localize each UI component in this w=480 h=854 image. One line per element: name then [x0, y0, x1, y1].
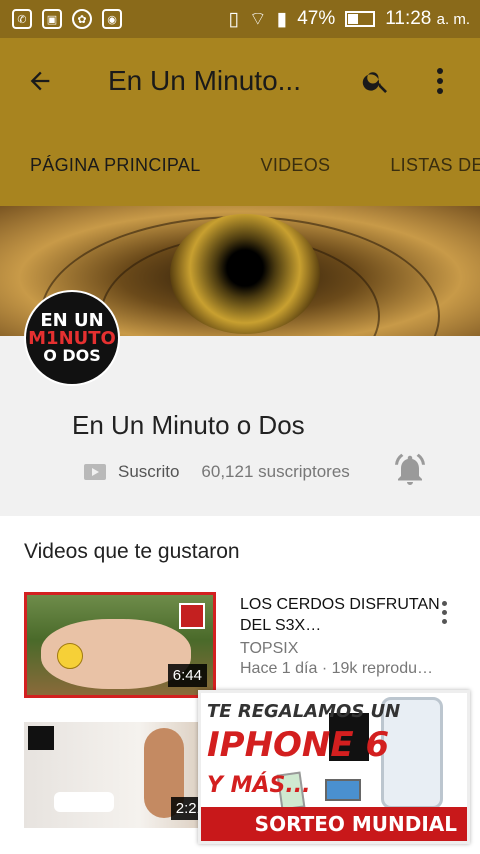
notification-icons: ✆ ▣ ✿ ◉ [0, 9, 122, 29]
reel-icon: ✿ [72, 9, 92, 29]
ad-line-1: TE REGALAMOS UN [207, 701, 401, 722]
bell-ring-icon [395, 453, 425, 485]
vibrate-icon: ▯ [228, 8, 239, 30]
tab-home[interactable]: PÁGINA PRINCIPAL [0, 124, 231, 206]
wifi-icon: ⌔ [248, 9, 267, 30]
video-info: Hace 1 día · 19k reproduc… [240, 660, 440, 677]
emoji-icon [57, 643, 83, 669]
channel-tabs: PÁGINA PRINCIPAL VIDEOS LISTAS DE RE [0, 124, 480, 206]
ad-footer: SORTEO MUNDIAL [201, 807, 467, 841]
list-item[interactable]: 6:44 LOS CERDOS DISFRUTAN DEL S3X… TOPSI… [24, 592, 464, 700]
ad-line-3: Y MÁS... [207, 773, 311, 798]
app-bar: En Un Minuto... PÁGINA PRINCIPAL VIDEOS … [0, 38, 480, 206]
clock: 11:28 a. m. [385, 8, 470, 29]
battery-icon [345, 11, 376, 27]
battery-percent: 47% [297, 8, 336, 29]
subscriber-count: 60,121 suscriptores [201, 462, 350, 481]
tab-videos[interactable]: VIDEOS [231, 124, 361, 206]
overflow-menu-button[interactable] [416, 57, 464, 105]
laptop-image [325, 779, 361, 801]
video-channel: TOPSIX [240, 640, 299, 657]
gallery-icon: ▣ [42, 9, 62, 29]
eye-image [170, 214, 320, 334]
subscribed-icon[interactable] [84, 464, 106, 480]
search-button[interactable] [352, 57, 400, 105]
tab-playlists[interactable]: LISTAS DE RE [360, 124, 480, 206]
back-arrow-icon [30, 71, 50, 91]
channel-title: En Un Minuto... [108, 65, 301, 96]
notification-bell-button[interactable] [392, 452, 428, 488]
instagram-icon: ◉ [102, 9, 122, 29]
video-menu-button[interactable] [432, 592, 456, 632]
section-title: Videos que te gustaron [24, 540, 240, 563]
channel-name: En Un Minuto o Dos [72, 410, 305, 440]
video-title[interactable]: LOS CERDOS DISFRUTAN DEL S3X… [240, 594, 440, 636]
system-status: ▯ ⌔ ▮ 47% 11:28 a. m. [228, 7, 480, 31]
subscribed-button[interactable]: Suscrito [118, 462, 179, 482]
status-bar: ✆ ▣ ✿ ◉ ▯ ⌔ ▮ 47% 11:28 a. m. [0, 0, 480, 38]
video-thumbnail[interactable]: 6:44 [24, 592, 216, 698]
ad-line-2: IPHONE 6 [207, 725, 390, 765]
search-icon [362, 72, 387, 93]
channel-logo-icon [28, 726, 54, 750]
video-duration: 6:44 [167, 664, 207, 687]
top-badge-icon [179, 603, 205, 629]
back-button[interactable] [0, 38, 80, 124]
more-vert-icon [437, 68, 443, 94]
promo-ad[interactable]: TE REGALAMOS UN IPHONE 6 Y MÁS... SORTEO… [198, 690, 470, 844]
signal-icon: ▮ [276, 8, 288, 30]
whatsapp-icon: ✆ [12, 9, 32, 29]
video-thumbnail[interactable]: 2:21 [24, 722, 216, 828]
channel-avatar[interactable]: EN UN M1NUTO O DOS [24, 290, 120, 386]
